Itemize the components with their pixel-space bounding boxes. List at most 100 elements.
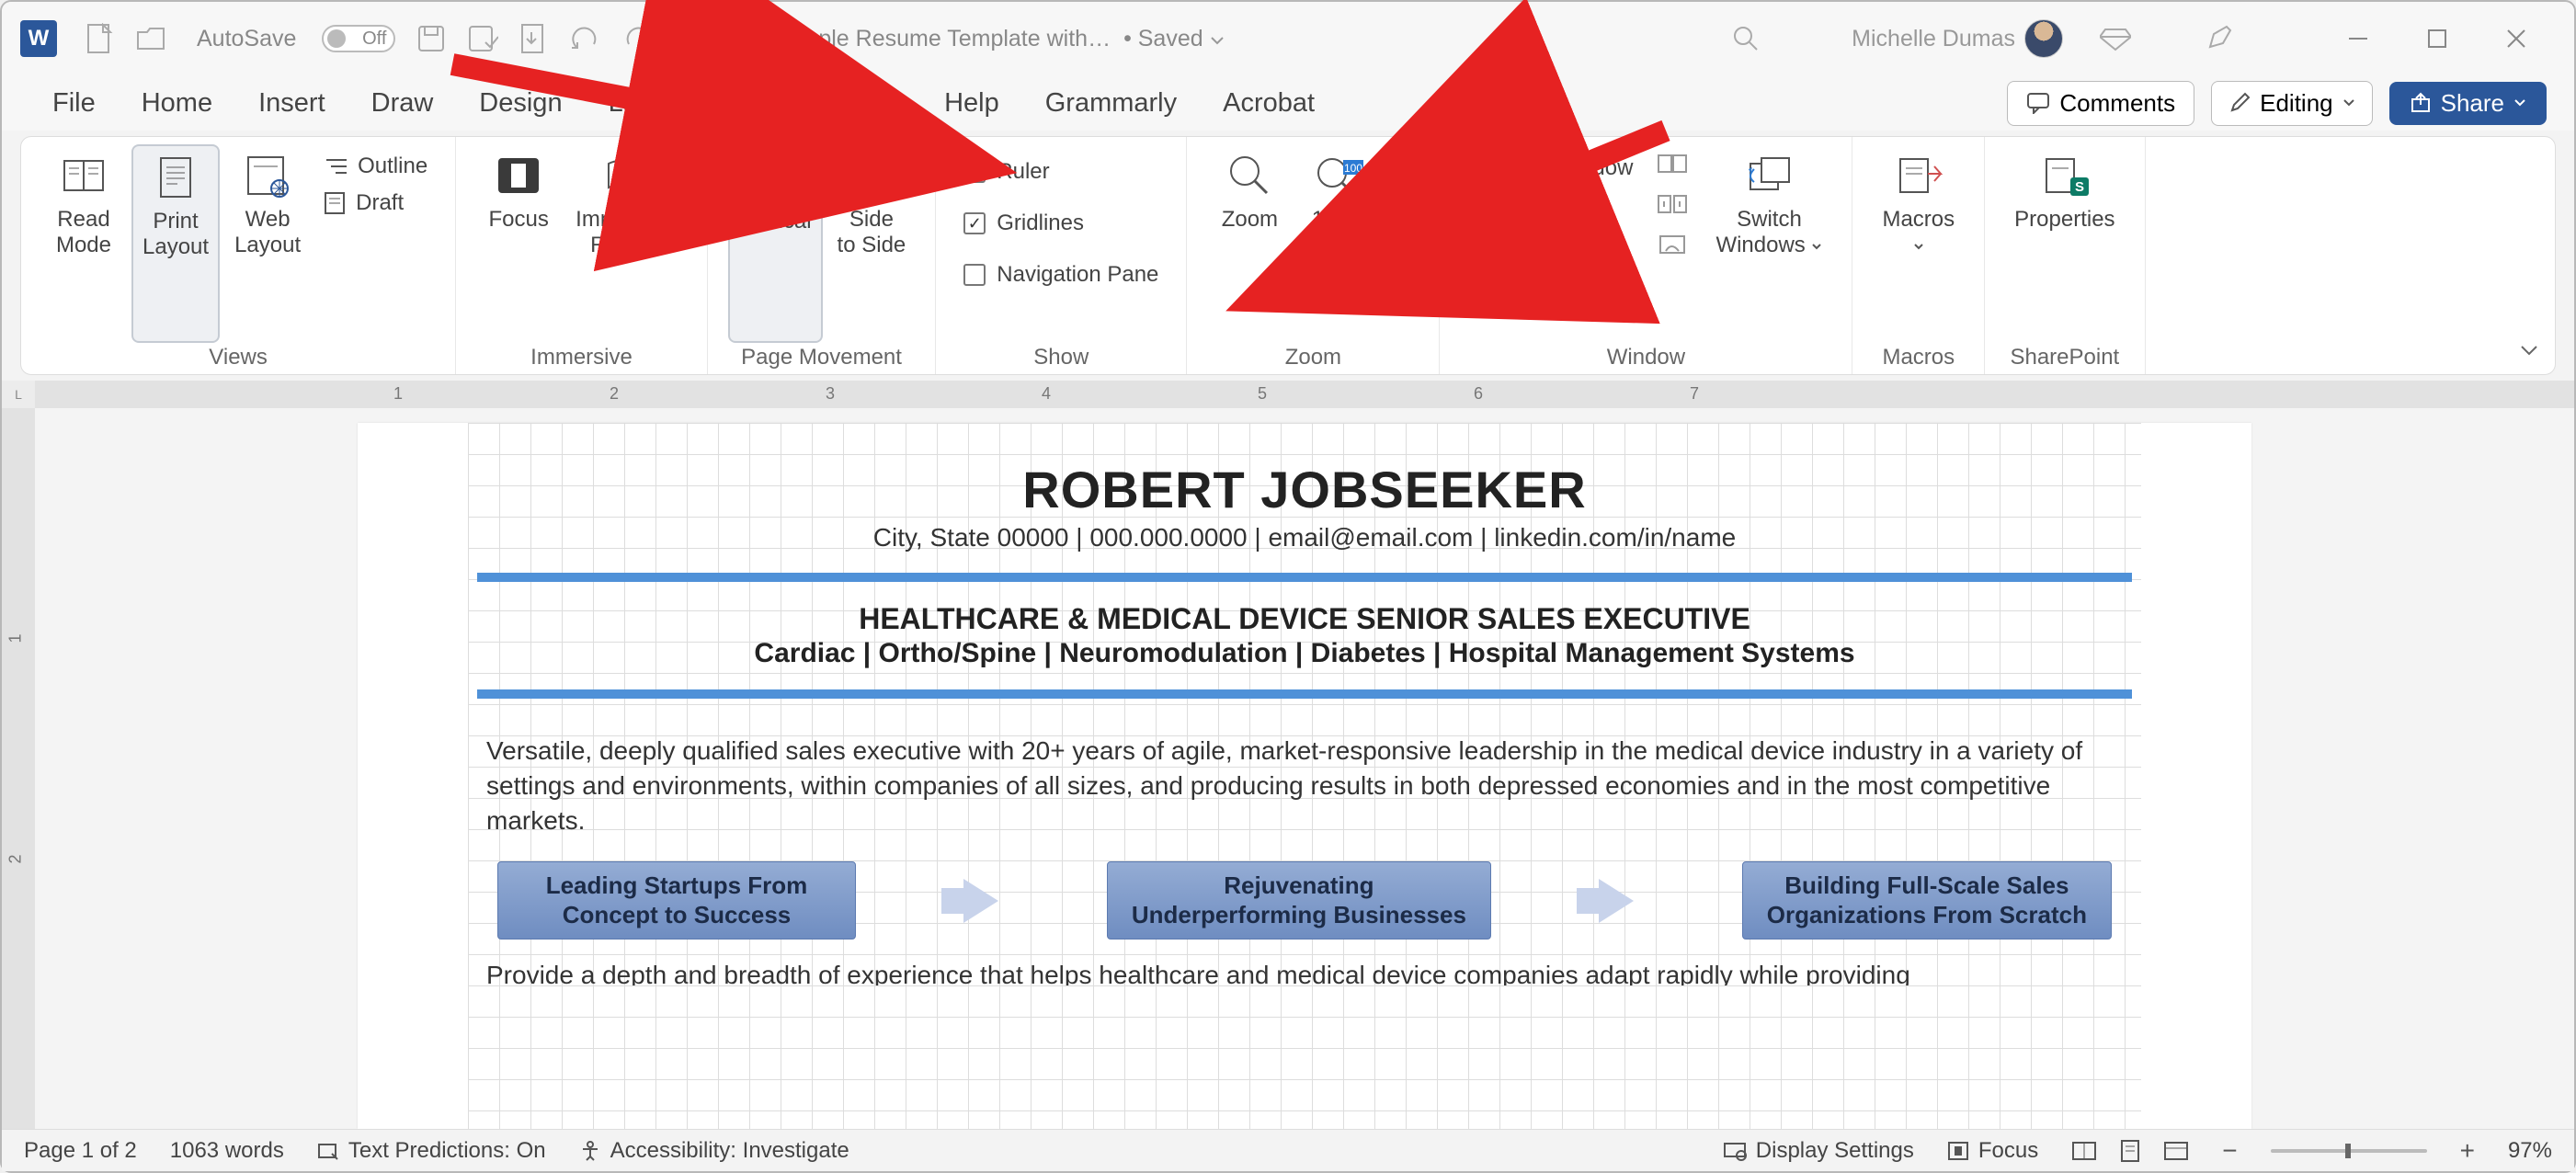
group-label-window: Window — [1460, 343, 1831, 370]
one-page-icon[interactable] — [1387, 152, 1419, 183]
share-button[interactable]: Share — [2389, 82, 2547, 125]
focus-button[interactable]: Focus — [476, 144, 561, 343]
text-predictions-status[interactable]: Text Predictions: On — [317, 1138, 546, 1164]
read-mode-button[interactable]: Read Mode — [41, 144, 126, 343]
chevron-down-icon — [2342, 98, 2355, 108]
resume-summary: Versatile, deeply qualified sales execut… — [486, 734, 2123, 837]
avatar[interactable] — [2024, 19, 2063, 58]
arrow-right-icon — [1599, 879, 1634, 923]
vertical-icon — [751, 154, 799, 201]
tab-draw[interactable]: Draw — [371, 85, 434, 122]
macros-button[interactable]: Macros — [1873, 144, 1964, 343]
undo-icon[interactable] — [570, 23, 601, 54]
new-window-button[interactable]: +New Window — [1460, 152, 1640, 185]
switch-windows-button[interactable]: Switch Windows — [1706, 144, 1831, 343]
tab-view[interactable]: View — [841, 83, 898, 124]
document-page[interactable]: ROBERT JOBSEEKER City, State 00000 | 000… — [358, 423, 2251, 1129]
pen-update-icon[interactable] — [2205, 23, 2236, 54]
autosave-label: AutoSave — [197, 26, 296, 52]
zoom-out-button[interactable]: − — [2222, 1136, 2237, 1166]
ribbon-group-page-movement: Vertical Side to Side Page Movement — [708, 137, 936, 374]
chevron-down-icon — [2513, 98, 2526, 108]
accessibility-status[interactable]: Accessibility: Investigate — [579, 1138, 849, 1164]
print-layout-view-icon[interactable] — [2119, 1139, 2141, 1163]
word-count[interactable]: 1063 words — [170, 1138, 284, 1164]
multi-page-icon[interactable] — [1387, 199, 1419, 227]
view-side-by-side-icon[interactable] — [1657, 152, 1688, 176]
autosave-toggle[interactable]: Off — [322, 25, 395, 52]
side-to-side-button[interactable]: Side to Side — [828, 144, 916, 343]
print-layout-button[interactable]: Print Layout — [131, 144, 220, 343]
export-icon[interactable] — [519, 23, 550, 54]
hundred-percent-icon: 100 — [1316, 152, 1363, 199]
qat-customize-icon[interactable] — [673, 23, 704, 54]
saved-status[interactable]: • Saved — [1123, 26, 1225, 52]
save-icon[interactable] — [416, 23, 447, 54]
reset-window-icon[interactable] — [1657, 233, 1688, 256]
maximize-button[interactable] — [2425, 27, 2449, 51]
tab-layout[interactable]: Layout — [609, 85, 689, 122]
draft-button[interactable]: Draft — [315, 187, 435, 220]
tab-help[interactable]: Help — [944, 85, 999, 122]
gridlines-checkbox[interactable]: ✓Gridlines — [956, 205, 1166, 242]
group-label-page-movement: Page Movement — [728, 343, 915, 370]
focus-mode-button[interactable]: Focus — [1947, 1138, 2038, 1164]
comments-button[interactable]: Comments — [2007, 81, 2194, 126]
tab-design[interactable]: Design — [479, 85, 562, 122]
quick-access-toolbar: AutoSave Off — [85, 23, 704, 54]
search-icon[interactable] — [1732, 25, 1760, 52]
ruler-checkbox[interactable]: ✓Ruler — [956, 154, 1166, 190]
ribbon-collapse-button[interactable] — [2520, 345, 2538, 358]
web-page-icon — [244, 152, 291, 199]
page-indicator[interactable]: Page 1 of 2 — [24, 1138, 137, 1164]
read-mode-view-icon[interactable] — [2071, 1141, 2097, 1161]
properties-button[interactable]: S Properties — [2005, 144, 2124, 343]
switch-windows-icon — [1745, 152, 1793, 199]
file-tab[interactable]: File — [52, 85, 96, 122]
vertical-button[interactable]: Vertical — [728, 144, 823, 343]
chevron-down-icon — [1811, 243, 1822, 252]
document-title: Example Resume Template with… — [759, 26, 1111, 52]
macros-icon — [1895, 152, 1943, 199]
immersive-reader-button[interactable]: Immersive Reader — [566, 144, 687, 343]
zoom-slider[interactable] — [2271, 1149, 2427, 1153]
editing-mode-button[interactable]: Editing — [2211, 81, 2373, 126]
redo-icon[interactable] — [621, 23, 653, 54]
tab-home[interactable]: Home — [142, 85, 212, 122]
tab-insert[interactable]: Insert — [258, 85, 325, 122]
group-label-macros: Macros — [1873, 343, 1964, 370]
book-icon — [60, 152, 108, 199]
diamond-icon[interactable] — [2100, 26, 2131, 51]
word-app-window: W AutoSave Off Example Resume Template w… — [0, 0, 2576, 1173]
ribbon: Read Mode Print Layout Web Layout Outlin… — [20, 136, 2556, 375]
word-app-icon: W — [20, 20, 57, 57]
share-icon — [2410, 92, 2432, 114]
split-button[interactable]: Split — [1460, 244, 1640, 277]
web-layout-button[interactable]: Web Layout — [225, 144, 310, 343]
display-settings-button[interactable]: Display Settings — [1723, 1138, 1914, 1164]
open-icon[interactable] — [136, 23, 167, 54]
minimize-button[interactable] — [2346, 27, 2370, 51]
callout-row: Leading Startups From Concept to Success… — [486, 861, 2123, 939]
ribbon-group-zoom: Zoom 100 100% Zoom — [1187, 137, 1440, 374]
tab-acrobat[interactable]: Acrobat — [1223, 85, 1315, 122]
web-layout-view-icon[interactable] — [2163, 1141, 2189, 1161]
arrange-all-icon — [1467, 202, 1495, 226]
close-button[interactable] — [2504, 27, 2528, 51]
svg-text:S: S — [2075, 179, 2084, 195]
sync-scroll-icon[interactable] — [1657, 192, 1688, 216]
zoom-button[interactable]: Zoom — [1207, 144, 1292, 343]
ribbon-group-macros: Macros Macros — [1852, 137, 1985, 374]
page-width-icon[interactable] — [1387, 244, 1419, 269]
zoom-percentage[interactable]: 97% — [2508, 1138, 2552, 1164]
arrange-all-button[interactable]: Arrange All — [1460, 198, 1640, 231]
zoom-in-button[interactable]: + — [2460, 1136, 2475, 1166]
focus-mode-icon — [1947, 1141, 1969, 1161]
outline-button[interactable]: Outline — [315, 150, 435, 183]
new-doc-icon[interactable] — [85, 23, 116, 54]
zoom-100-button[interactable]: 100 100% — [1297, 144, 1382, 343]
group-label-zoom: Zoom — [1207, 343, 1419, 370]
tab-grammarly[interactable]: Grammarly — [1045, 85, 1177, 122]
save-check-icon[interactable] — [467, 23, 498, 54]
navigation-pane-checkbox[interactable]: Navigation Pane — [956, 256, 1166, 293]
